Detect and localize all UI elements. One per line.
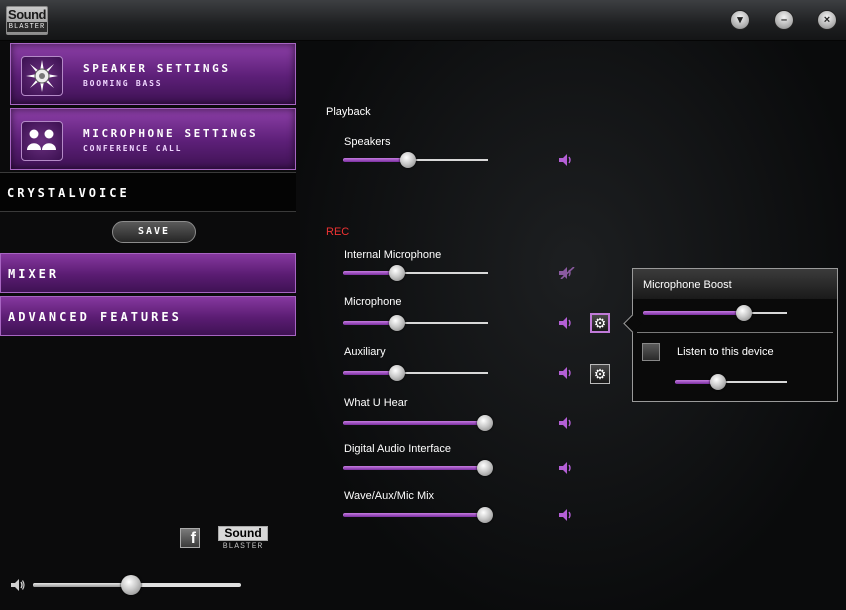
channel-label: Auxiliary	[344, 346, 386, 358]
slider-knob[interactable]	[388, 365, 405, 381]
nav-crystalvoice[interactable]: CRYSTALVOICE	[0, 172, 296, 212]
channel-label: Speakers	[344, 136, 391, 148]
slider-knob[interactable]	[388, 265, 405, 281]
title-bar: Sound BLASTER ▾ – ×	[0, 0, 846, 41]
microphone-settings-popup: Microphone Boost Listen to this device	[623, 268, 838, 402]
listen-volume-slider[interactable]	[675, 374, 787, 390]
nav-microphone-settings[interactable]: MICROPHONE SETTINGS CONFERENCE CALL	[10, 108, 296, 170]
slider-knob[interactable]	[477, 460, 494, 476]
footer-logo-line1: Sound	[218, 526, 268, 541]
channel-label: What U Hear	[344, 397, 408, 409]
auxiliary-slider[interactable]	[343, 365, 488, 381]
slider-knob[interactable]	[477, 507, 494, 523]
digital-audio-interface-mute-icon[interactable]	[559, 462, 573, 474]
microphone-boost-slider[interactable]	[643, 305, 787, 321]
internal-microphone-slider[interactable]	[343, 265, 488, 281]
slider-knob[interactable]	[388, 315, 405, 331]
slider-knob[interactable]	[709, 374, 726, 390]
nav-advanced-features[interactable]: ADVANCED FEATURES	[0, 296, 296, 336]
gear-icon: ⚙	[593, 315, 607, 331]
logo-line2: BLASTER	[7, 22, 47, 32]
slider-fill	[33, 583, 131, 587]
speakers-mute-icon[interactable]	[559, 154, 573, 166]
microphone-settings-subtitle: CONFERENCE CALL	[83, 144, 183, 153]
rec-section-label: REC	[326, 226, 350, 238]
what-u-hear-mute-icon[interactable]	[559, 417, 573, 429]
popup-divider	[637, 332, 833, 333]
what-u-hear-slider[interactable]	[343, 415, 494, 431]
wave-aux-mic-mix-slider[interactable]	[343, 507, 494, 523]
channel-label: Wave/Aux/Mic Mix	[344, 490, 435, 502]
listen-to-device-label: Listen to this device	[677, 346, 774, 358]
gear-icon: ⚙	[593, 366, 607, 382]
listen-to-device-checkbox[interactable]	[642, 343, 660, 361]
speaker-settings-subtitle: BOOMING BASS	[83, 79, 163, 88]
microphone-boost-label: Microphone Boost	[643, 279, 732, 291]
close-button[interactable]: ×	[817, 10, 837, 30]
people-icon	[21, 121, 63, 161]
auxiliary-mute-icon[interactable]	[559, 367, 573, 379]
auxiliary-settings-gear-button[interactable]: ⚙	[590, 364, 610, 384]
slider-knob[interactable]	[400, 152, 417, 168]
channel-label: Digital Audio Interface	[344, 443, 452, 455]
sound-blaster-logo: Sound BLASTER	[6, 6, 48, 35]
microphone-mute-icon[interactable]	[559, 317, 573, 329]
playback-section-label: Playback	[326, 106, 371, 118]
speaker-burst-icon	[21, 56, 63, 96]
minimize-button[interactable]: –	[774, 10, 794, 30]
slider-knob[interactable]	[477, 415, 494, 431]
logo-line1: Sound	[8, 7, 46, 22]
microphone-settings-gear-button[interactable]: ⚙	[590, 313, 610, 333]
nav-mixer[interactable]: MIXER	[0, 253, 296, 293]
dropdown-menu-button[interactable]: ▾	[730, 10, 750, 30]
channel-label: Microphone	[344, 296, 402, 308]
footer-logo-line2: BLASTER	[222, 542, 264, 551]
sidebar: SPEAKER SETTINGS BOOMING BASS MICROPHONE…	[0, 41, 300, 610]
footer-sound-blaster-logo: Sound BLASTER	[218, 526, 268, 552]
slider-fill	[343, 513, 486, 517]
master-volume-slider[interactable]	[33, 575, 241, 595]
microphone-slider[interactable]	[343, 315, 488, 331]
slider-knob[interactable]	[120, 575, 141, 595]
slider-fill	[343, 466, 486, 470]
channel-label: Internal Microphone	[344, 249, 442, 261]
wave-aux-mic-mix-mute-icon[interactable]	[559, 509, 573, 521]
digital-audio-interface-slider[interactable]	[343, 460, 494, 476]
slider-fill	[343, 421, 486, 425]
master-speaker-icon[interactable]	[11, 579, 25, 591]
speaker-settings-title: SPEAKER SETTINGS	[83, 62, 231, 75]
facebook-icon[interactable]: f	[180, 528, 200, 548]
slider-knob[interactable]	[735, 305, 752, 321]
nav-speaker-settings[interactable]: SPEAKER SETTINGS BOOMING BASS	[10, 43, 296, 105]
speakers-volume-slider[interactable]	[343, 152, 488, 168]
internal-microphone-muted-icon[interactable]	[559, 267, 575, 279]
slider-fill	[643, 311, 744, 315]
save-button[interactable]: SAVE	[112, 221, 196, 243]
microphone-settings-title: MICROPHONE SETTINGS	[83, 127, 259, 140]
slider-fill	[343, 158, 409, 162]
